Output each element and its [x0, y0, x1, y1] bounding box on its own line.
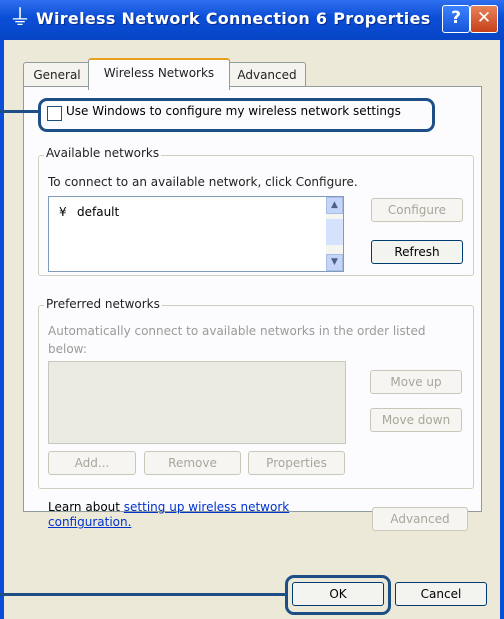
available-networks-list[interactable]: ¥ default ▲ ▼	[48, 196, 344, 272]
cancel-button[interactable]: Cancel	[395, 582, 487, 606]
add-button[interactable]: Add...	[48, 451, 136, 475]
tab-wireless-networks[interactable]: Wireless Networks	[88, 58, 230, 90]
properties-button[interactable]: Properties	[248, 451, 345, 475]
available-networks-scrollbar[interactable]: ▲ ▼	[326, 197, 343, 271]
learn-about-prefix: Learn about	[48, 500, 124, 514]
move-up-button[interactable]: Move up	[370, 370, 462, 394]
checkbox-callout-highlight	[38, 98, 435, 132]
available-networks-description: To connect to an available network, clic…	[48, 175, 358, 189]
ok-callout-highlight	[285, 575, 391, 615]
help-button[interactable]: ?	[442, 5, 470, 33]
scroll-up-button[interactable]: ▲	[326, 197, 343, 214]
antenna-icon: ¥	[59, 205, 67, 219]
properties-window: ⏚ Wireless Network Connection 6 Properti…	[0, 0, 504, 619]
scroll-thumb[interactable]	[326, 219, 343, 245]
checkbox-callout-line	[0, 110, 40, 113]
list-item[interactable]: ¥ default	[59, 205, 119, 219]
preferred-networks-list[interactable]	[48, 361, 346, 444]
move-down-button[interactable]: Move down	[370, 408, 462, 432]
refresh-button[interactable]: Refresh	[371, 240, 463, 264]
advanced-button[interactable]: Advanced	[372, 507, 468, 531]
close-button[interactable]: ✕	[470, 5, 498, 33]
tab-general[interactable]: General	[23, 62, 91, 87]
window-title: Wireless Network Connection 6 Properties	[36, 9, 431, 28]
scroll-down-button[interactable]: ▼	[326, 254, 343, 271]
remove-button[interactable]: Remove	[144, 451, 241, 475]
preferred-networks-legend: Preferred networks	[44, 297, 162, 311]
preferred-networks-description: Automatically connect to available netwo…	[48, 324, 426, 356]
network-connection-icon: ⏚	[9, 6, 32, 31]
window-border-left	[0, 40, 4, 619]
learn-about-text: Learn about setting up wireless network …	[48, 500, 338, 530]
configure-button[interactable]: Configure	[371, 198, 463, 222]
title-bar: ⏚ Wireless Network Connection 6 Properti…	[0, 0, 504, 40]
window-border-right	[500, 40, 504, 619]
tab-advanced[interactable]: Advanced	[228, 62, 306, 87]
available-networks-legend: Available networks	[44, 146, 162, 160]
ok-callout-line	[0, 593, 287, 596]
network-name: default	[77, 205, 120, 219]
